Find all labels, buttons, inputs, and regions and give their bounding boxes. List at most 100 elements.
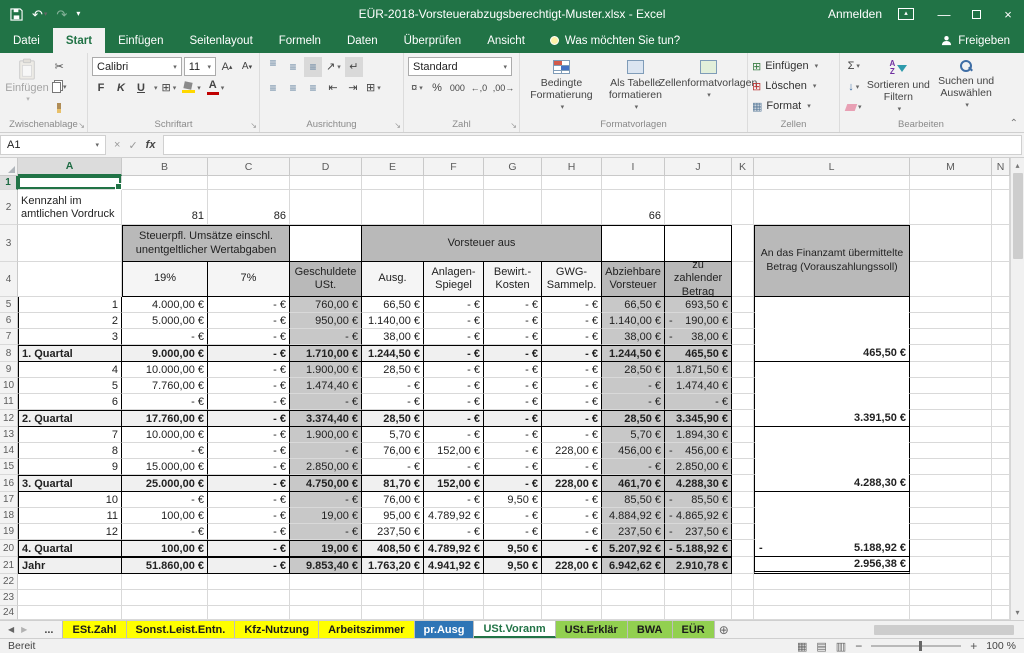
- name-box[interactable]: A1▾: [0, 135, 106, 155]
- column-header-J[interactable]: J: [665, 158, 732, 176]
- cell-K22[interactable]: [732, 574, 754, 590]
- cell-G16[interactable]: - €: [484, 475, 542, 492]
- cell-F13[interactable]: - €: [424, 427, 484, 443]
- cell-H14[interactable]: 228,00 €: [542, 443, 602, 459]
- sheet-tab-Kfz-Nutzung[interactable]: Kfz-Nutzung: [235, 621, 319, 638]
- cell-A20[interactable]: 4. Quartal: [18, 540, 122, 557]
- tab-ueberpruefen[interactable]: Überprüfen: [391, 28, 475, 53]
- cell-E17[interactable]: 76,00 €: [362, 492, 424, 508]
- cut-icon[interactable]: ✂: [50, 56, 69, 76]
- column-header-K[interactable]: K: [732, 158, 754, 176]
- cell-D8[interactable]: 1.710,00 €: [290, 345, 362, 362]
- column-header-I[interactable]: I: [602, 158, 665, 176]
- cell-D7[interactable]: - €: [290, 329, 362, 345]
- cell-F16[interactable]: 152,00 €: [424, 475, 484, 492]
- cell-I1[interactable]: [602, 176, 665, 190]
- cell-J15[interactable]: 2.850,00 €: [665, 459, 732, 475]
- cell-E9[interactable]: 28,50 €: [362, 362, 424, 378]
- cell-F23[interactable]: [424, 590, 484, 606]
- cell-G20[interactable]: 9,50 €: [484, 540, 542, 557]
- cell-N4[interactable]: [992, 262, 1010, 297]
- cell-G7[interactable]: - €: [484, 329, 542, 345]
- cell-C12[interactable]: - €: [208, 410, 290, 427]
- cell-K1[interactable]: [732, 176, 754, 190]
- cell-L21[interactable]: 2.956,38 €: [754, 557, 910, 574]
- sheet-tab-EÜR[interactable]: EÜR: [673, 621, 715, 638]
- decrease-font-icon[interactable]: A▾: [238, 57, 256, 77]
- cell-D11[interactable]: - €: [290, 394, 362, 410]
- cell-J11[interactable]: - €: [665, 394, 732, 410]
- cell-D12[interactable]: 3.374,40 €: [290, 410, 362, 427]
- cell-I17[interactable]: 85,50 €: [602, 492, 665, 508]
- horizontal-scrollbar[interactable]: [733, 621, 1024, 638]
- cell-D22[interactable]: [290, 574, 362, 590]
- cell-J21[interactable]: 2.910,78 €: [665, 557, 732, 574]
- underline-button[interactable]: U: [132, 78, 150, 98]
- cell-B4[interactable]: 19%: [122, 262, 208, 297]
- cell-N1[interactable]: [992, 176, 1010, 190]
- cell-D10[interactable]: 1.474,40 €: [290, 378, 362, 394]
- cell-E10[interactable]: - €: [362, 378, 424, 394]
- cell-N16[interactable]: [992, 475, 1010, 492]
- cell-C2[interactable]: 86: [208, 190, 290, 225]
- cell-D21[interactable]: 9.853,40 €: [290, 557, 362, 574]
- cell-H7[interactable]: - €: [542, 329, 602, 345]
- align-left-icon[interactable]: ≡: [264, 78, 282, 98]
- sheet-tab-overflow[interactable]: ...: [35, 621, 63, 638]
- cell-L24[interactable]: [754, 606, 910, 620]
- cell-A14[interactable]: 8: [18, 443, 122, 459]
- cell-G5[interactable]: - €: [484, 297, 542, 313]
- cell-N13[interactable]: [992, 427, 1010, 443]
- scroll-down-icon[interactable]: ▾: [1011, 605, 1024, 620]
- cell-G2[interactable]: [484, 190, 542, 225]
- cell-G19[interactable]: - €: [484, 524, 542, 540]
- cell-C17[interactable]: - €: [208, 492, 290, 508]
- cell-K12[interactable]: [732, 410, 754, 427]
- cell-N7[interactable]: [992, 329, 1010, 345]
- cell-D23[interactable]: [290, 590, 362, 606]
- cell-E20[interactable]: 408,50 €: [362, 540, 424, 557]
- cell-F7[interactable]: - €: [424, 329, 484, 345]
- cell-N23[interactable]: [992, 590, 1010, 606]
- cell-I6[interactable]: 1.140,00 €: [602, 313, 665, 329]
- cell-L1[interactable]: [754, 176, 910, 190]
- cell-C9[interactable]: - €: [208, 362, 290, 378]
- font-dialog-launcher-icon[interactable]: ↘: [250, 121, 257, 130]
- cell-D4[interactable]: Geschuldete USt.: [290, 262, 362, 297]
- cell-N10[interactable]: [992, 378, 1010, 394]
- cell-E11[interactable]: - €: [362, 394, 424, 410]
- cell-I21[interactable]: 6.942,62 €: [602, 557, 665, 574]
- cell-H21[interactable]: 228,00 €: [542, 557, 602, 574]
- cancel-icon[interactable]: ×: [114, 139, 120, 151]
- cell-H18[interactable]: - €: [542, 508, 602, 524]
- cell-K2[interactable]: [732, 190, 754, 225]
- cell-F18[interactable]: 4.789,92 €: [424, 508, 484, 524]
- cell-A3[interactable]: [18, 225, 122, 262]
- format-cells-button[interactable]: ▦Format▾: [752, 96, 836, 116]
- cell-K8[interactable]: [732, 345, 754, 362]
- column-header-L[interactable]: L: [754, 158, 910, 176]
- page-break-view-icon[interactable]: ▥: [836, 640, 846, 653]
- cell-B13[interactable]: 10.000,00 €: [122, 427, 208, 443]
- cell-A11[interactable]: 6: [18, 394, 122, 410]
- cell-M11[interactable]: [910, 394, 992, 410]
- collapse-ribbon-icon[interactable]: ⌃: [1010, 118, 1018, 129]
- cell-M2[interactable]: [910, 190, 992, 225]
- cell-B17[interactable]: - €: [122, 492, 208, 508]
- cell-N12[interactable]: [992, 410, 1010, 427]
- cell-I23[interactable]: [602, 590, 665, 606]
- cell-B18[interactable]: 100,00 €: [122, 508, 208, 524]
- cell-A4[interactable]: [18, 262, 122, 297]
- cell-B8[interactable]: 9.000,00 €: [122, 345, 208, 362]
- row-header-2[interactable]: 2: [0, 190, 18, 225]
- cell-I24[interactable]: [602, 606, 665, 620]
- cell-L5[interactable]: [754, 297, 910, 313]
- cell-G17[interactable]: 9,50 €: [484, 492, 542, 508]
- cell-E2[interactable]: [362, 190, 424, 225]
- cell-E13[interactable]: 5,70 €: [362, 427, 424, 443]
- cell-B16[interactable]: 25.000,00 €: [122, 475, 208, 492]
- cell-C4[interactable]: 7%: [208, 262, 290, 297]
- cell-N3[interactable]: [992, 225, 1010, 262]
- cell-A16[interactable]: 3. Quartal: [18, 475, 122, 492]
- cell-I7[interactable]: 38,00 €: [602, 329, 665, 345]
